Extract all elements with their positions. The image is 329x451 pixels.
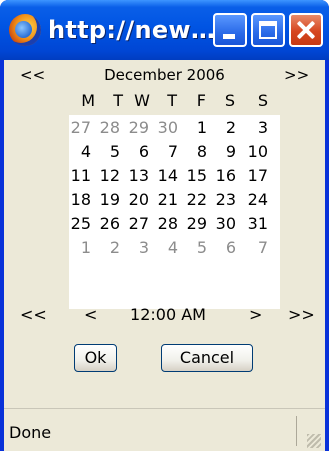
weekday-label: S bbox=[224, 91, 235, 110]
calendar-day[interactable]: 9 bbox=[206, 140, 236, 164]
calendar-day-other-month[interactable]: 3 bbox=[119, 236, 149, 260]
close-icon bbox=[291, 15, 321, 45]
calendar-day[interactable]: 6 bbox=[119, 140, 149, 164]
time-back-button[interactable]: < bbox=[84, 303, 97, 327]
calendar-day[interactable]: 10 bbox=[238, 140, 268, 164]
calendar-day[interactable]: 16 bbox=[206, 164, 236, 188]
time-value: 12:00 AM bbox=[130, 305, 206, 324]
status-divider bbox=[296, 416, 297, 446]
calendar-day[interactable]: 7 bbox=[148, 140, 178, 164]
cancel-button[interactable]: Cancel bbox=[161, 344, 253, 372]
resize-grip-icon[interactable] bbox=[307, 434, 321, 448]
calendar-day[interactable]: 23 bbox=[206, 188, 236, 212]
title-bar[interactable]: http://new… bbox=[0, 0, 329, 60]
calendar-day-other-month[interactable]: 30 bbox=[148, 116, 178, 140]
month-label: December 2006 bbox=[104, 66, 225, 84]
time-forward-button[interactable]: > bbox=[249, 303, 262, 327]
calendar-day[interactable]: 3 bbox=[238, 116, 268, 140]
calendar-day[interactable]: 27 bbox=[119, 212, 149, 236]
calendar-day[interactable]: 21 bbox=[148, 188, 178, 212]
calendar-day[interactable]: 18 bbox=[61, 188, 91, 212]
popup-window: http://new… << December 2006 >> MTWTFSS2… bbox=[0, 0, 329, 451]
calendar-day[interactable]: 29 bbox=[177, 212, 207, 236]
calendar-day[interactable]: 4 bbox=[61, 140, 91, 164]
calendar-day[interactable]: 22 bbox=[177, 188, 207, 212]
weekday-label: T bbox=[167, 91, 177, 110]
weekday-label: M bbox=[81, 91, 95, 110]
ok-button[interactable]: Ok bbox=[74, 344, 117, 372]
calendar-day[interactable]: 30 bbox=[206, 212, 236, 236]
calendar-day-other-month[interactable]: 29 bbox=[119, 116, 149, 140]
month-navigation: << December 2006 >> bbox=[4, 63, 325, 87]
calendar-day[interactable]: 17 bbox=[238, 164, 268, 188]
dialog-body: << December 2006 >> M T W T F S S 27 28 29 30 1 2 3 4 5… bbox=[4, 60, 325, 451]
calendar-day[interactable]: 28 bbox=[148, 212, 178, 236]
close-button[interactable] bbox=[289, 13, 323, 47]
calendar-day[interactable]: 20 bbox=[119, 188, 149, 212]
minimize-button[interactable] bbox=[213, 13, 247, 47]
calendar-day[interactable]: 2 bbox=[206, 116, 236, 140]
calendar-day[interactable]: 8 bbox=[177, 140, 207, 164]
calendar-day[interactable]: 1 bbox=[177, 116, 207, 140]
calendar-day[interactable]: 25 bbox=[61, 212, 91, 236]
calendar-day[interactable]: 24 bbox=[238, 188, 268, 212]
calendar-day[interactable]: 14 bbox=[148, 164, 178, 188]
calendar-day[interactable]: 31 bbox=[238, 212, 268, 236]
calendar-day-other-month[interactable]: 1 bbox=[61, 236, 91, 260]
calendar-day[interactable]: 26 bbox=[90, 212, 120, 236]
calendar-day-other-month[interactable]: 5 bbox=[177, 236, 207, 260]
calendar-day-other-month[interactable]: 7 bbox=[238, 236, 268, 260]
weekday-label: F bbox=[196, 91, 206, 110]
time-forward-fast-button[interactable]: >> bbox=[288, 303, 315, 327]
calendar-day[interactable]: 11 bbox=[61, 164, 91, 188]
time-back-fast-button[interactable]: << bbox=[20, 303, 47, 327]
calendar-day[interactable]: 15 bbox=[177, 164, 207, 188]
calendar-day[interactable]: 19 bbox=[90, 188, 120, 212]
next-month-button[interactable]: >> bbox=[284, 63, 309, 87]
maximize-icon bbox=[259, 21, 277, 39]
window-frame-left bbox=[0, 60, 4, 451]
window-title: http://new… bbox=[48, 16, 216, 44]
calendar-day-other-month[interactable]: 28 bbox=[90, 116, 120, 140]
calendar-day-other-month[interactable]: 2 bbox=[90, 236, 120, 260]
calendar-grid: M T W T F S S 27 28 29 30 1 2 3 4 5 6 7 8 9 10 11 12 13 14 15 16 17… bbox=[69, 87, 280, 309]
time-navigation: << < 12:00 AM > >> bbox=[4, 303, 325, 327]
calendar-day-other-month[interactable]: 4 bbox=[148, 236, 178, 260]
calendar-day[interactable]: 12 bbox=[90, 164, 120, 188]
status-text: Done bbox=[9, 423, 52, 442]
window-frame-right bbox=[325, 60, 329, 451]
calendar-day[interactable]: 13 bbox=[119, 164, 149, 188]
minimize-icon bbox=[223, 34, 235, 39]
calendar-day-other-month[interactable]: 27 bbox=[61, 116, 91, 140]
weekday-label: S bbox=[257, 91, 268, 110]
firefox-icon bbox=[9, 14, 41, 46]
status-bar: Done bbox=[4, 408, 325, 451]
weekday-label: T bbox=[113, 91, 123, 110]
calendar-day[interactable]: 5 bbox=[90, 140, 120, 164]
weekday-label: W bbox=[134, 91, 150, 110]
maximize-button[interactable] bbox=[251, 13, 285, 47]
calendar-day-other-month[interactable]: 6 bbox=[206, 236, 236, 260]
